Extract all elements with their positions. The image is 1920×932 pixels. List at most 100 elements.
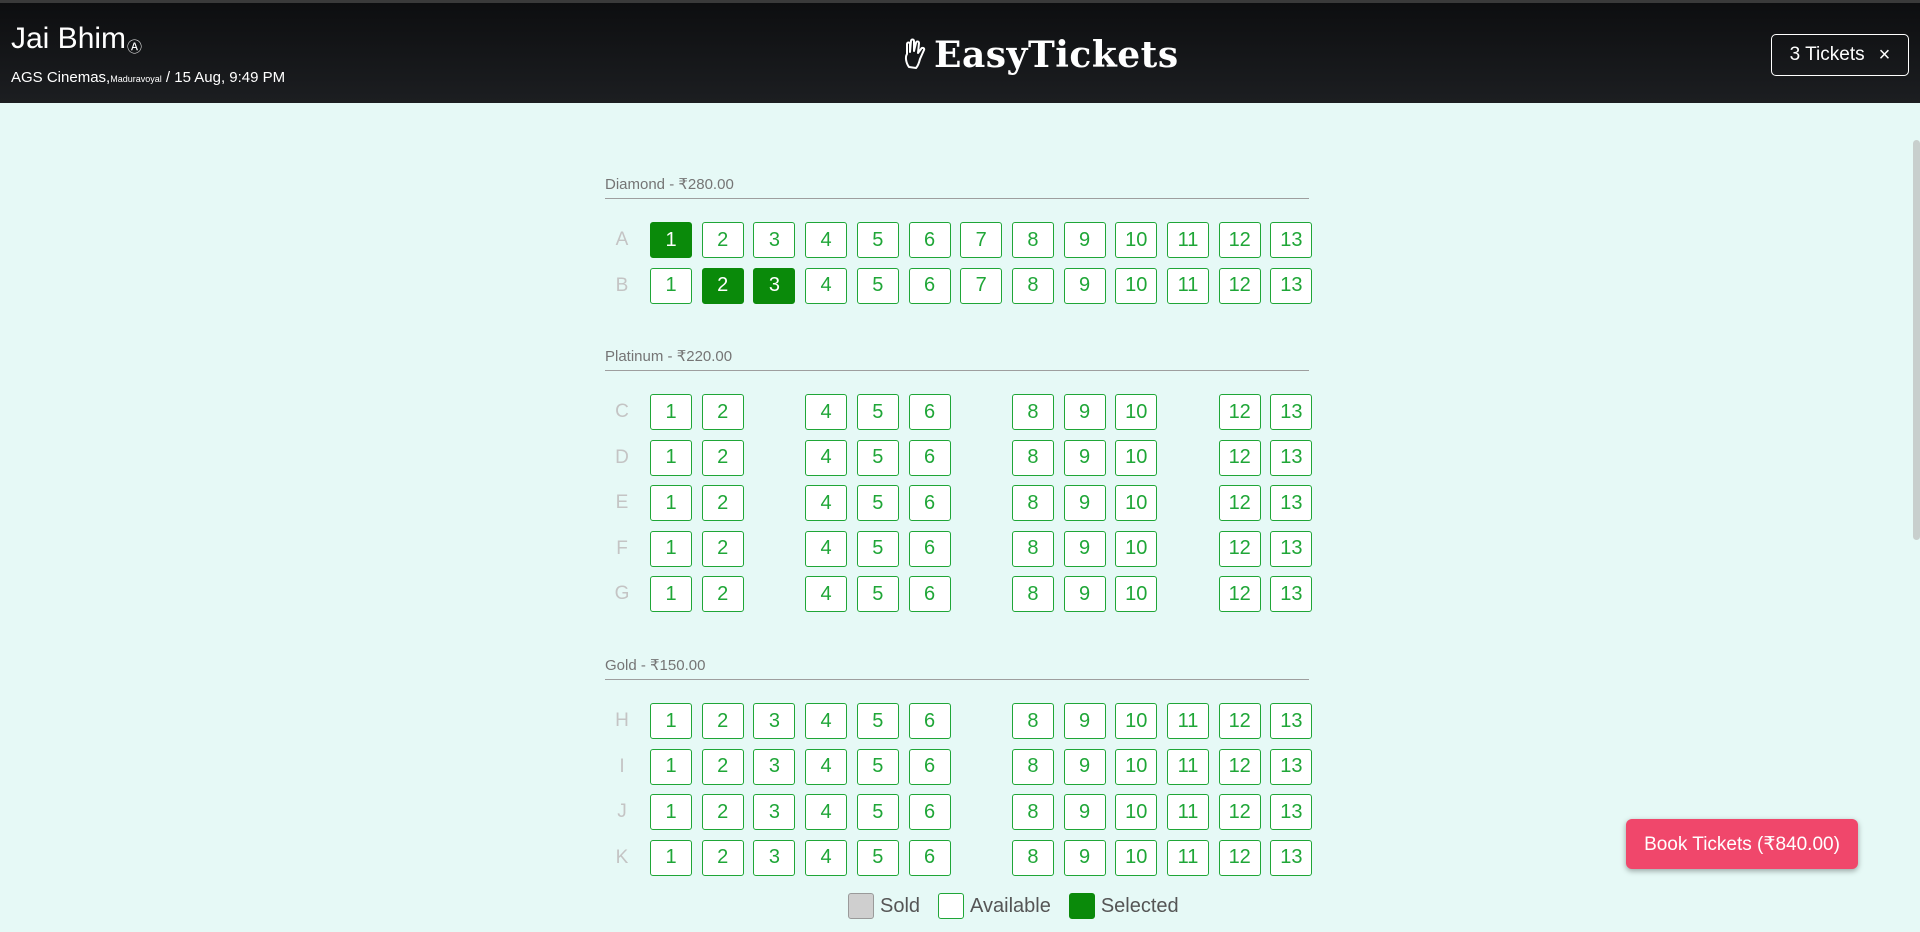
seat-F13[interactable]: 13 bbox=[1270, 530, 1313, 567]
seat-D5[interactable]: 5 bbox=[856, 439, 899, 476]
seat-C10[interactable]: 10 bbox=[1115, 394, 1158, 430]
seat-J12[interactable]: 12 bbox=[1218, 794, 1261, 830]
seat-C2[interactable]: 2 bbox=[701, 394, 744, 430]
seat-B4[interactable]: 4 bbox=[805, 267, 848, 304]
seat-H12[interactable]: 12 bbox=[1218, 703, 1261, 739]
seat-G4[interactable]: 4 bbox=[805, 576, 848, 612]
seat-C5[interactable]: 5 bbox=[856, 394, 899, 430]
seat-A10[interactable]: 10 bbox=[1115, 222, 1158, 258]
seat-I1[interactable]: 1 bbox=[650, 748, 692, 785]
seat-A13[interactable]: 13 bbox=[1270, 222, 1313, 258]
seat-B10[interactable]: 10 bbox=[1115, 267, 1158, 304]
seat-E13[interactable]: 13 bbox=[1270, 485, 1313, 521]
seat-D12[interactable]: 12 bbox=[1218, 439, 1261, 476]
seat-E6[interactable]: 6 bbox=[908, 485, 951, 521]
seat-I6[interactable]: 6 bbox=[908, 748, 951, 785]
seat-J13[interactable]: 13 bbox=[1270, 794, 1313, 830]
seat-F10[interactable]: 10 bbox=[1115, 530, 1158, 567]
seat-B11[interactable]: 11 bbox=[1167, 267, 1209, 304]
seat-J10[interactable]: 10 bbox=[1115, 794, 1158, 830]
seat-K8[interactable]: 8 bbox=[1011, 839, 1054, 876]
seat-J4[interactable]: 4 bbox=[805, 794, 848, 830]
seat-A11[interactable]: 11 bbox=[1167, 222, 1209, 258]
seat-I4[interactable]: 4 bbox=[805, 748, 848, 785]
seat-H9[interactable]: 9 bbox=[1063, 703, 1106, 739]
seat-H4[interactable]: 4 bbox=[805, 703, 848, 739]
seat-F1[interactable]: 1 bbox=[650, 530, 692, 567]
seat-H10[interactable]: 10 bbox=[1115, 703, 1158, 739]
seat-H13[interactable]: 13 bbox=[1270, 703, 1313, 739]
seat-B13[interactable]: 13 bbox=[1270, 267, 1313, 304]
seat-H5[interactable]: 5 bbox=[856, 703, 899, 739]
seat-B9[interactable]: 9 bbox=[1063, 267, 1106, 304]
seat-J6[interactable]: 6 bbox=[908, 794, 951, 830]
seat-B6[interactable]: 6 bbox=[908, 267, 951, 304]
seat-A12[interactable]: 12 bbox=[1218, 222, 1261, 258]
seat-B12[interactable]: 12 bbox=[1218, 267, 1261, 304]
seat-J9[interactable]: 9 bbox=[1063, 794, 1106, 830]
seat-A8[interactable]: 8 bbox=[1011, 222, 1054, 258]
seat-I3[interactable]: 3 bbox=[753, 748, 796, 785]
ticket-count-button[interactable]: 3 Tickets × bbox=[1771, 34, 1909, 76]
seat-C4[interactable]: 4 bbox=[805, 394, 848, 430]
seat-F2[interactable]: 2 bbox=[701, 530, 744, 567]
seat-I2[interactable]: 2 bbox=[701, 748, 744, 785]
seat-K13[interactable]: 13 bbox=[1270, 839, 1313, 876]
seat-B5[interactable]: 5 bbox=[856, 267, 899, 304]
seat-I8[interactable]: 8 bbox=[1011, 748, 1054, 785]
seat-G2[interactable]: 2 bbox=[701, 576, 744, 612]
seat-D2[interactable]: 2 bbox=[701, 439, 744, 476]
seat-I10[interactable]: 10 bbox=[1115, 748, 1158, 785]
seat-D9[interactable]: 9 bbox=[1063, 439, 1106, 476]
seat-J3[interactable]: 3 bbox=[753, 794, 796, 830]
seat-A2[interactable]: 2 bbox=[701, 222, 744, 258]
seat-G9[interactable]: 9 bbox=[1063, 576, 1106, 612]
seat-C9[interactable]: 9 bbox=[1063, 394, 1106, 430]
seat-D10[interactable]: 10 bbox=[1115, 439, 1158, 476]
seat-K3[interactable]: 3 bbox=[753, 839, 796, 876]
seat-A6[interactable]: 6 bbox=[908, 222, 951, 258]
seat-I9[interactable]: 9 bbox=[1063, 748, 1106, 785]
seat-K4[interactable]: 4 bbox=[805, 839, 848, 876]
seat-K9[interactable]: 9 bbox=[1063, 839, 1106, 876]
seat-E9[interactable]: 9 bbox=[1063, 485, 1106, 521]
seat-F4[interactable]: 4 bbox=[805, 530, 848, 567]
seat-C6[interactable]: 6 bbox=[908, 394, 951, 430]
seat-D13[interactable]: 13 bbox=[1270, 439, 1313, 476]
seat-J2[interactable]: 2 bbox=[701, 794, 744, 830]
seat-I5[interactable]: 5 bbox=[856, 748, 899, 785]
seat-H6[interactable]: 6 bbox=[908, 703, 951, 739]
seat-K10[interactable]: 10 bbox=[1115, 839, 1158, 876]
seat-K6[interactable]: 6 bbox=[908, 839, 951, 876]
seat-I13[interactable]: 13 bbox=[1270, 748, 1313, 785]
seat-G10[interactable]: 10 bbox=[1115, 576, 1158, 612]
seat-J11[interactable]: 11 bbox=[1167, 794, 1209, 830]
seat-A1[interactable]: 1 bbox=[650, 222, 692, 258]
seat-G12[interactable]: 12 bbox=[1218, 576, 1261, 612]
seat-B7[interactable]: 7 bbox=[960, 267, 1003, 304]
seat-C1[interactable]: 1 bbox=[650, 394, 692, 430]
seat-C8[interactable]: 8 bbox=[1011, 394, 1054, 430]
seat-C12[interactable]: 12 bbox=[1218, 394, 1261, 430]
seat-D8[interactable]: 8 bbox=[1011, 439, 1054, 476]
seat-F8[interactable]: 8 bbox=[1011, 530, 1054, 567]
seat-J5[interactable]: 5 bbox=[856, 794, 899, 830]
seat-K2[interactable]: 2 bbox=[701, 839, 744, 876]
seat-H8[interactable]: 8 bbox=[1011, 703, 1054, 739]
seat-E4[interactable]: 4 bbox=[805, 485, 848, 521]
seat-K12[interactable]: 12 bbox=[1218, 839, 1261, 876]
seat-B2[interactable]: 2 bbox=[701, 267, 744, 304]
seat-B1[interactable]: 1 bbox=[650, 267, 692, 304]
seat-G8[interactable]: 8 bbox=[1011, 576, 1054, 612]
seat-K11[interactable]: 11 bbox=[1167, 839, 1209, 876]
seat-J8[interactable]: 8 bbox=[1011, 794, 1054, 830]
seat-F9[interactable]: 9 bbox=[1063, 530, 1106, 567]
seat-I12[interactable]: 12 bbox=[1218, 748, 1261, 785]
seat-E1[interactable]: 1 bbox=[650, 485, 692, 521]
seat-C13[interactable]: 13 bbox=[1270, 394, 1313, 430]
seat-B8[interactable]: 8 bbox=[1011, 267, 1054, 304]
seat-D1[interactable]: 1 bbox=[650, 439, 692, 476]
seat-G13[interactable]: 13 bbox=[1270, 576, 1313, 612]
seat-D4[interactable]: 4 bbox=[805, 439, 848, 476]
seat-K5[interactable]: 5 bbox=[856, 839, 899, 876]
